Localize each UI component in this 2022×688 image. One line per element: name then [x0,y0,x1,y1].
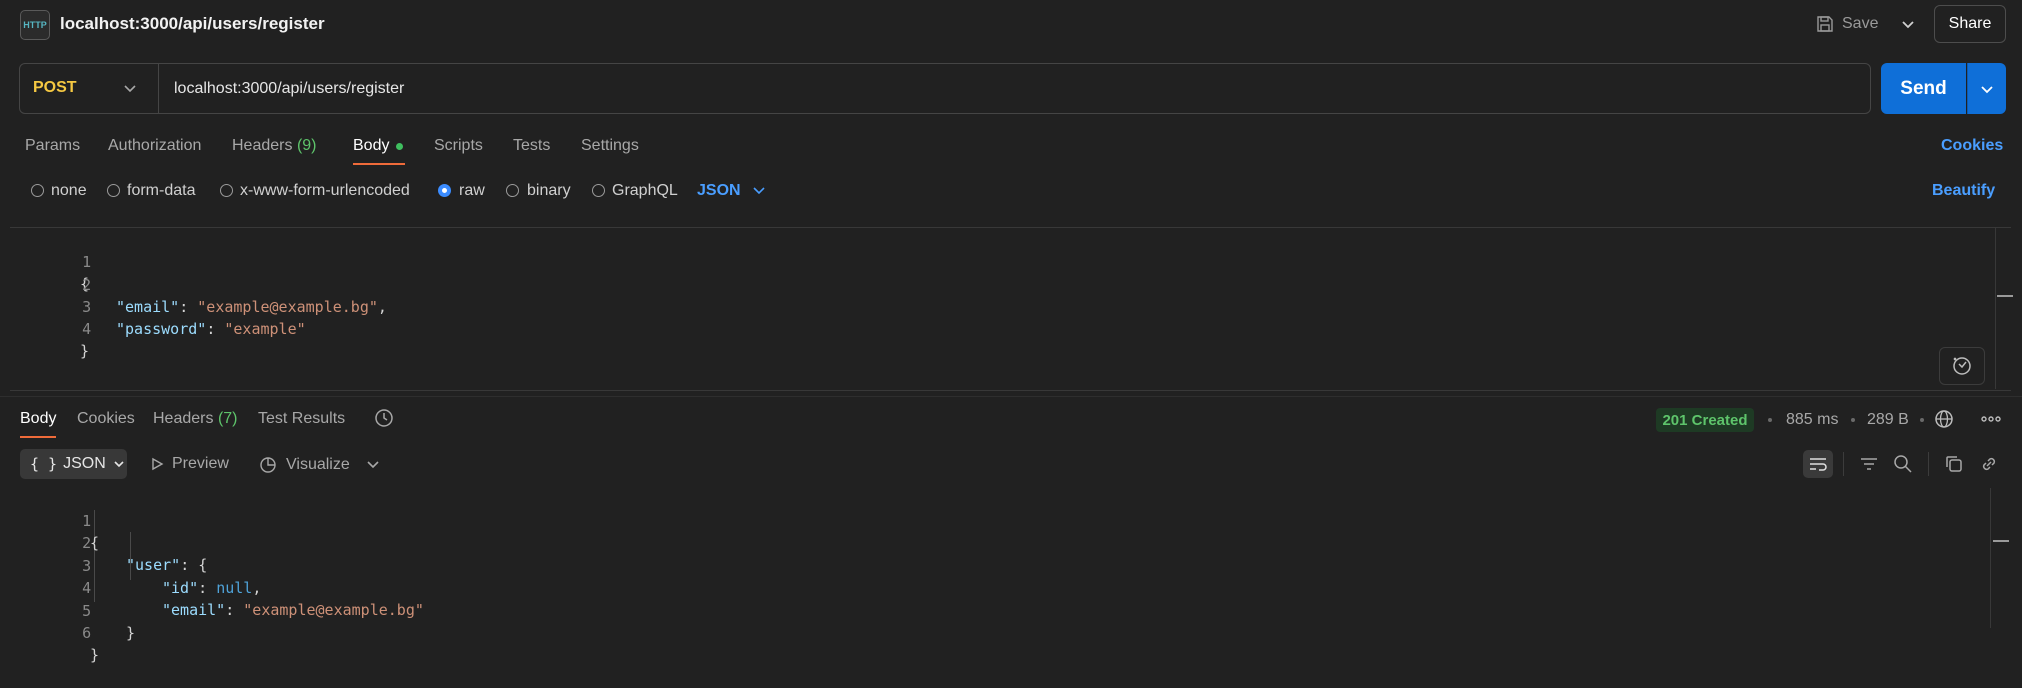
request-scrollbar-thumb[interactable] [1997,295,2013,297]
response-scrollbar-track[interactable] [1990,488,1991,628]
body-modified-dot [396,143,403,150]
beautify-button[interactable]: Beautify [1932,182,1995,200]
preview-button[interactable]: Preview [150,455,229,473]
tab-headers[interactable]: Headers (9) [232,137,317,155]
share-button[interactable]: Share [1934,5,2006,43]
toolbar-divider [1843,452,1844,476]
response-scrollbar-thumb[interactable] [1993,540,2009,542]
send-button[interactable]: Send [1881,63,1966,114]
chevron-down-icon [1981,85,1993,93]
tab-authorization[interactable]: Authorization [108,137,201,155]
http-request-icon: HTTP [20,10,50,40]
radio-form-data[interactable] [107,184,120,197]
save-options-chevron-icon[interactable] [1898,12,1918,36]
language-select[interactable]: JSON [697,182,767,200]
chevron-down-icon [114,461,124,468]
save-button[interactable]: Save [1816,12,1878,36]
response-format-label: JSON [63,455,106,472]
radio-urlencoded[interactable] [220,184,233,197]
meta-separator [1768,418,1772,422]
preview-label: Preview [172,455,229,472]
code-close-brace: } [80,342,90,360]
radio-binary[interactable] [506,184,519,197]
url-divider [158,64,159,113]
headers-count: (9) [296,137,317,154]
response-tab-headers-label: Headers [153,410,214,427]
code-string: "example" [224,320,306,338]
response-active-tab-indicator [20,436,56,438]
visualize-options-chevron-icon[interactable] [365,455,381,478]
visualize-icon [260,457,276,473]
response-size[interactable]: 289 B [1867,411,1909,429]
response-tab-body[interactable]: Body [20,410,56,428]
chevron-down-icon[interactable] [121,79,139,97]
active-tab-indicator [353,163,405,165]
tab-settings[interactable]: Settings [581,137,639,155]
wrap-lines-button[interactable] [1803,450,1833,478]
radio-raw[interactable] [438,184,451,197]
response-tab-headers[interactable]: Headers (7) [153,410,238,428]
section-divider [0,396,2022,397]
radio-binary-label[interactable]: binary [527,182,571,200]
link-icon[interactable] [1977,452,2001,476]
response-format-select[interactable]: { } JSON [20,449,127,479]
radio-form-data-label[interactable]: form-data [127,182,195,200]
radio-graphql[interactable] [592,184,605,197]
response-tab-test-results[interactable]: Test Results [258,410,345,428]
response-body-viewer[interactable]: 1 { 2 "user": { 3 "id": null, 4 "email":… [10,488,2011,664]
request-scrollbar-track[interactable] [1995,227,1996,389]
status-badge[interactable]: 201 Created [1656,408,1754,432]
tab-scripts[interactable]: Scripts [434,137,483,155]
visualize-button[interactable]: Visualize [258,455,350,475]
braces-icon: { } [30,455,58,473]
save-icon [1817,16,1833,32]
tab-body[interactable]: Body [353,137,389,155]
more-options-icon[interactable] [1980,409,2002,434]
meta-separator [1851,418,1855,422]
response-tab-cookies[interactable]: Cookies [77,410,135,428]
wrap-lines-icon [1810,458,1827,471]
method-select[interactable]: POST [33,79,77,97]
language-label: JSON [697,182,741,199]
code-close-brace: } [90,646,100,664]
radio-none[interactable] [31,184,44,197]
response-time[interactable]: 885 ms [1786,411,1838,429]
radio-urlencoded-label[interactable]: x-www-form-urlencoded [240,182,410,200]
search-icon[interactable] [1891,452,1915,476]
chevron-down-icon [753,187,765,194]
globe-icon[interactable] [1934,409,1954,434]
request-title: localhost:3000/api/users/register [60,14,325,33]
sparkle-assistant-icon [1953,357,1971,375]
assistant-button[interactable] [1939,347,1985,385]
url-input[interactable]: localhost:3000/api/users/register [174,80,404,98]
tab-headers-label: Headers [232,137,293,154]
send-options-button[interactable] [1967,63,2006,114]
line-number: 6 [82,624,92,642]
filter-icon[interactable] [1857,452,1881,476]
radio-raw-label[interactable]: raw [459,182,485,200]
radio-none-label[interactable]: none [51,182,87,200]
request-body-editor[interactable]: 1 { 2 "email": "example@example.bg", 3 "… [10,227,2011,391]
tab-tests[interactable]: Tests [513,137,550,155]
visualize-label: Visualize [286,456,350,473]
copy-icon[interactable] [1942,452,1966,476]
save-label: Save [1842,15,1879,32]
history-icon[interactable] [373,407,395,434]
toolbar-divider [1928,452,1929,476]
radio-graphql-label[interactable]: GraphQL [612,182,678,200]
code-key: "password" [116,320,207,338]
play-icon [152,457,164,471]
line-number: 4 [82,320,92,338]
cookies-link[interactable]: Cookies [1941,137,2003,155]
tab-params[interactable]: Params [25,137,80,155]
response-headers-count: (7) [217,410,238,427]
meta-separator [1920,418,1924,422]
